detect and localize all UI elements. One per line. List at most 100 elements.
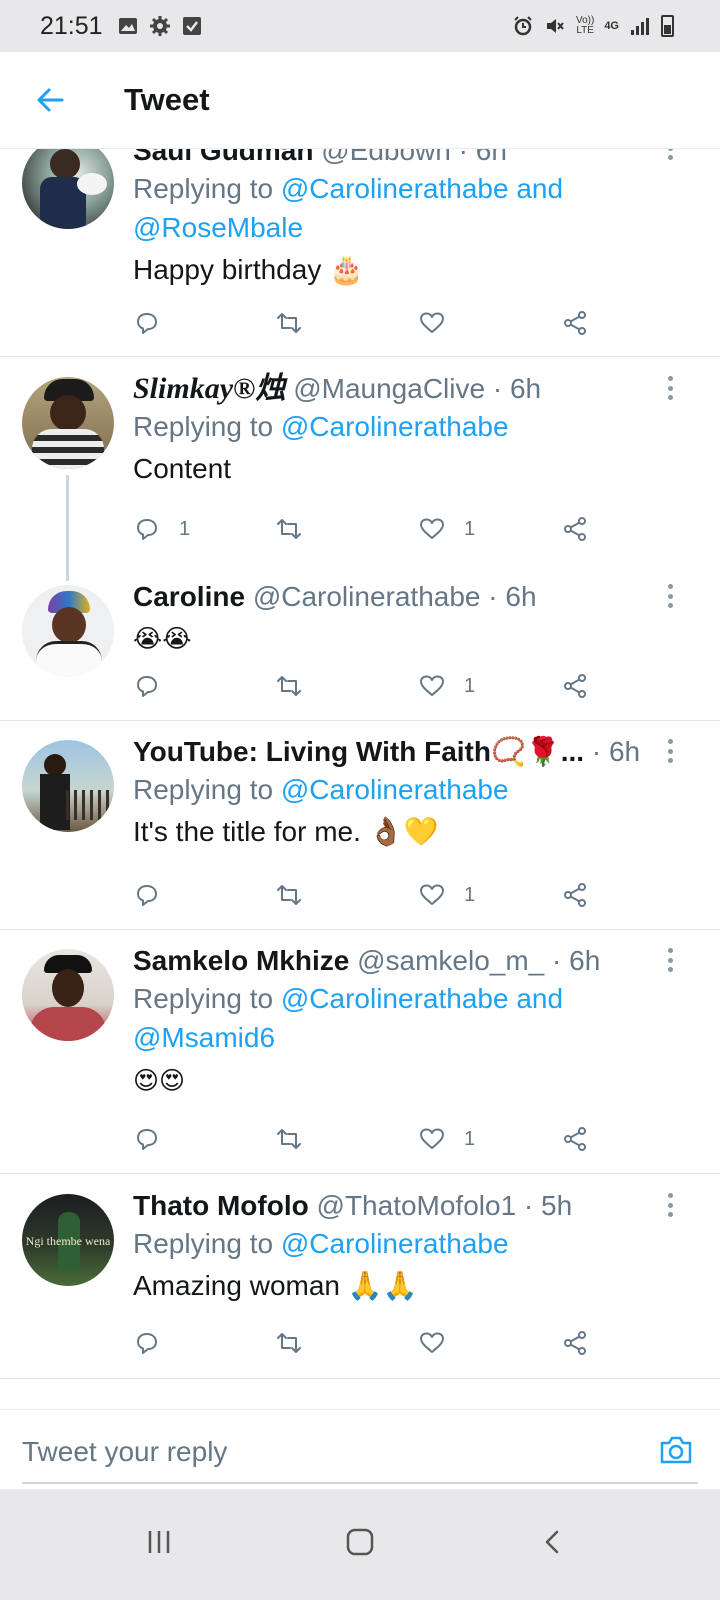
- tweet-time: 6h: [569, 945, 601, 976]
- author-handle: @Carolinerathabe: [252, 581, 481, 612]
- top-app-bar: Tweet: [0, 52, 720, 149]
- author-handle: @samkelo_m_: [357, 945, 545, 976]
- replying-to: Replying to @Carolinerathabe and: [133, 173, 564, 204]
- retweet-button[interactable]: [275, 306, 303, 340]
- avatar[interactable]: [22, 740, 114, 832]
- replying-to: Replying to @Carolinerathabe: [133, 774, 509, 805]
- retweet-button[interactable]: [275, 669, 303, 703]
- mention-link[interactable]: @Carolinerathabe: [281, 1228, 509, 1259]
- like-button[interactable]: 1: [418, 1122, 475, 1156]
- reply-icon: [137, 1129, 157, 1150]
- mention-link[interactable]: @Carolinerathabe: [281, 173, 509, 204]
- heart-icon: [420, 884, 444, 905]
- gear-icon: [149, 16, 170, 36]
- retweet-button[interactable]: [275, 1122, 303, 1156]
- tweet-time: 6h: [505, 581, 537, 612]
- reply-button[interactable]: 1: [133, 512, 190, 546]
- author-name[interactable]: Samkelo Mkhize: [133, 945, 349, 976]
- heart-icon: [420, 1332, 444, 1353]
- share-button[interactable]: [561, 1122, 589, 1156]
- tweet-feed[interactable]: Saul Gudman @Edbown · 6h Replying to @Ca…: [0, 149, 720, 1409]
- retweet-icon: [277, 1129, 301, 1149]
- like-button[interactable]: 1: [418, 512, 475, 546]
- reply-icon: [137, 676, 157, 697]
- more-options-icon[interactable]: [660, 149, 680, 163]
- avatar[interactable]: Ngi thembe wena: [22, 1194, 114, 1286]
- tweet-time: 6h: [608, 736, 641, 767]
- more-options-icon[interactable]: [660, 945, 680, 975]
- battery-icon: [661, 15, 674, 37]
- avatar[interactable]: [22, 585, 114, 677]
- reply-input[interactable]: Tweet your reply: [22, 1436, 227, 1468]
- back-icon[interactable]: [528, 1517, 578, 1567]
- mute-icon: [546, 19, 564, 33]
- author-name[interactable]: Saul Gudman: [133, 149, 313, 166]
- back-arrow-icon[interactable]: [26, 76, 74, 124]
- more-options-icon[interactable]: [660, 581, 680, 611]
- tweet-time: 6h: [509, 373, 542, 404]
- share-button[interactable]: [561, 669, 589, 703]
- reply-icon: [137, 313, 157, 334]
- alarm-icon: [514, 16, 532, 36]
- recents-icon[interactable]: [134, 1517, 184, 1567]
- author-name[interactable]: Caroline: [133, 581, 245, 612]
- avatar[interactable]: [22, 949, 114, 1041]
- reply-button[interactable]: [133, 878, 179, 912]
- retweet-button[interactable]: [275, 878, 303, 912]
- camera-icon[interactable]: [656, 1430, 696, 1470]
- home-icon[interactable]: [335, 1517, 385, 1567]
- like-button[interactable]: [418, 306, 464, 340]
- retweet-icon: [277, 1333, 301, 1353]
- avatar[interactable]: [22, 149, 114, 229]
- status-bar: 21:51 Vo)) LTE 4G: [0, 0, 720, 52]
- author-handle: @Edbown: [321, 149, 451, 166]
- retweet-icon: [277, 885, 301, 905]
- share-icon: [564, 517, 586, 541]
- retweet-icon: [277, 519, 301, 539]
- reply-button[interactable]: [133, 669, 179, 703]
- author-name[interactable]: Thato Mofolo: [133, 1190, 309, 1221]
- more-options-icon[interactable]: [660, 1190, 680, 1220]
- mention-link[interactable]: @Carolinerathabe: [281, 774, 509, 805]
- share-button[interactable]: [561, 512, 589, 546]
- author-handle: @ThatoMofolo1: [316, 1190, 517, 1221]
- avatar[interactable]: [22, 377, 114, 469]
- like-button[interactable]: 1: [418, 878, 475, 912]
- more-options-icon[interactable]: [660, 373, 680, 403]
- share-icon: [564, 1331, 586, 1355]
- retweet-button[interactable]: [275, 512, 303, 546]
- author-name[interactable]: Slimkay®烛: [133, 372, 285, 405]
- reply-button[interactable]: [133, 1326, 179, 1360]
- retweet-button[interactable]: [275, 1326, 303, 1360]
- reply-icon: [137, 519, 157, 540]
- reply-icon: [137, 1333, 157, 1354]
- reply-button[interactable]: [133, 1122, 179, 1156]
- mention-link[interactable]: @Carolinerathabe: [281, 411, 509, 442]
- retweet-icon: [277, 313, 301, 333]
- mention-link[interactable]: @Carolinerathabe: [281, 983, 509, 1014]
- author-handle: @MaungaClive: [293, 373, 486, 404]
- like-button[interactable]: 1: [418, 669, 475, 703]
- heart-icon: [420, 312, 444, 333]
- tweet-text: Content: [133, 453, 232, 484]
- like-button[interactable]: [418, 1326, 464, 1360]
- author-name[interactable]: YouTube: Living With Faith📿🌹...: [133, 736, 584, 767]
- more-options-icon[interactable]: [660, 736, 680, 766]
- divider: [0, 720, 720, 721]
- tweet-text: It's the title for me. 👌🏾💛: [133, 816, 439, 847]
- share-button[interactable]: [561, 1326, 589, 1360]
- mention-link[interactable]: @RoseMbale: [133, 212, 303, 243]
- reply-underline: [22, 1482, 698, 1484]
- reply-button[interactable]: [133, 306, 179, 340]
- replying-to: Replying to @Carolinerathabe and: [133, 983, 564, 1014]
- tweet-text: Happy birthday 🎂: [133, 254, 364, 285]
- 4g-icon: 4G: [604, 20, 619, 32]
- share-button[interactable]: [561, 306, 589, 340]
- reply-icon: [137, 885, 157, 906]
- heart-icon: [420, 1128, 444, 1149]
- tweet-actions: 1: [133, 669, 603, 703]
- thread-line: [66, 475, 69, 581]
- mention-link[interactable]: @Msamid6: [133, 1022, 275, 1053]
- status-time: 21:51: [40, 11, 103, 40]
- share-button[interactable]: [561, 878, 589, 912]
